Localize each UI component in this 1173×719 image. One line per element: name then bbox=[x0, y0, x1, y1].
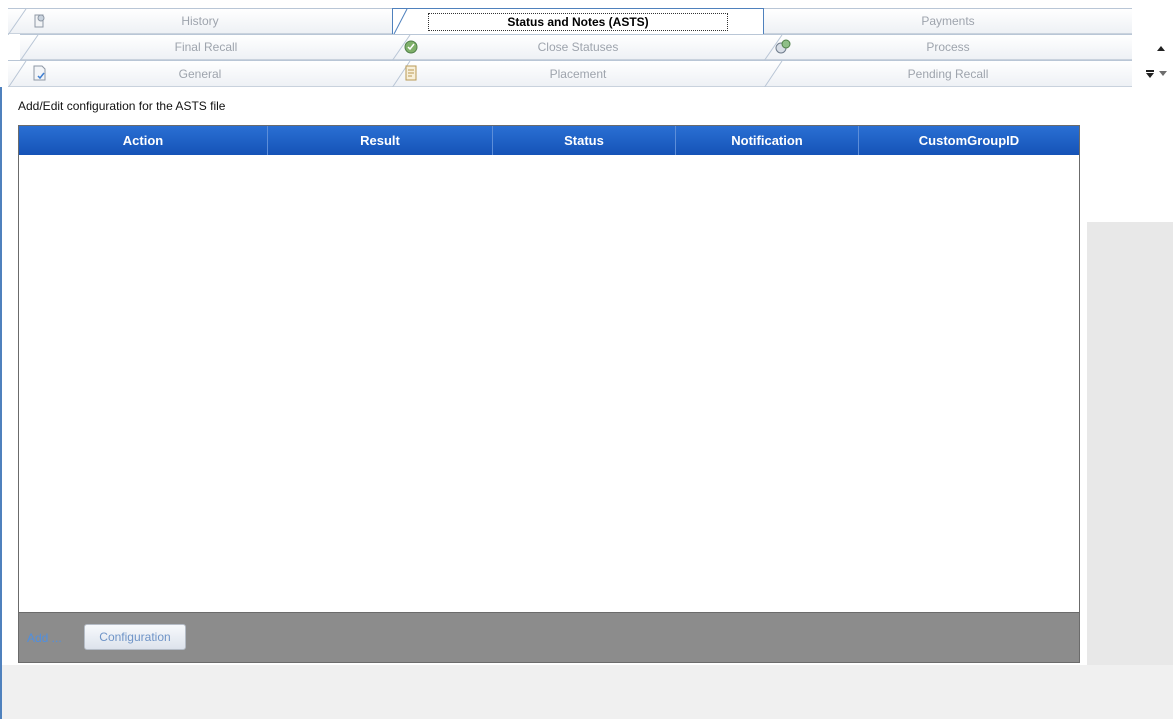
tab-edge bbox=[8, 9, 27, 35]
tab-edge bbox=[764, 61, 783, 88]
tab-status-and-notes-label: Status and Notes (ASTS) bbox=[428, 13, 728, 31]
scroll-end-bar-icon[interactable] bbox=[1146, 70, 1154, 72]
grid-body[interactable] bbox=[19, 155, 1079, 612]
tab-payments-label: Payments bbox=[921, 14, 975, 28]
add-link[interactable]: Add ... bbox=[27, 631, 62, 645]
tab-process-label: Process bbox=[926, 40, 970, 54]
tab-close-statuses-label: Close Statuses bbox=[537, 40, 619, 54]
history-icon bbox=[34, 14, 45, 28]
grid-header: Action Result Status Notification Custom… bbox=[19, 126, 1079, 155]
tab-strip: History Status and Notes (ASTS) Payments… bbox=[0, 0, 1173, 88]
scroll-down-icon[interactable] bbox=[1159, 71, 1167, 76]
tab-edge bbox=[20, 35, 39, 61]
tab-edge bbox=[8, 61, 27, 88]
column-header-result[interactable]: Result bbox=[268, 126, 493, 155]
grid-footer: Add ... Configuration bbox=[19, 612, 1079, 662]
tab-general[interactable]: General bbox=[8, 60, 392, 88]
tab-payments[interactable]: Payments bbox=[764, 8, 1132, 34]
panel-bottom-area bbox=[2, 665, 1173, 719]
tab-pending-recall[interactable]: Pending Recall bbox=[764, 60, 1132, 88]
column-header-action[interactable]: Action bbox=[19, 126, 268, 155]
tab-close-statuses[interactable]: Close Statuses bbox=[392, 34, 764, 61]
column-header-status[interactable]: Status bbox=[493, 126, 676, 155]
process-icon bbox=[775, 39, 791, 54]
tab-edge bbox=[393, 9, 408, 36]
tab-history-label: History bbox=[181, 14, 219, 28]
column-header-customgroupid[interactable]: CustomGroupID bbox=[859, 126, 1079, 155]
configuration-button[interactable]: Configuration bbox=[84, 624, 186, 650]
panel-right-area bbox=[1087, 222, 1173, 719]
tab-placement-label: Placement bbox=[549, 66, 607, 81]
tab-general-label: General bbox=[178, 66, 222, 81]
scroll-end-icon[interactable] bbox=[1146, 73, 1154, 78]
tab-history[interactable]: History bbox=[8, 8, 392, 35]
scroll-up-icon[interactable] bbox=[1157, 46, 1165, 51]
close-statuses-icon bbox=[404, 40, 418, 54]
tab-final-recall[interactable]: Final Recall bbox=[20, 34, 392, 61]
tab-status-and-notes[interactable]: Status and Notes (ASTS) bbox=[392, 8, 764, 36]
panel-caption: Add/Edit configuration for the ASTS file bbox=[18, 99, 226, 113]
column-header-notification[interactable]: Notification bbox=[676, 126, 859, 155]
tab-final-recall-label: Final Recall bbox=[174, 40, 238, 54]
content-panel: Add/Edit configuration for the ASTS file… bbox=[0, 87, 1173, 719]
tab-scroll-controls bbox=[1146, 44, 1173, 88]
tab-placement[interactable]: Placement bbox=[392, 60, 764, 88]
tab-process[interactable]: Process bbox=[764, 34, 1132, 61]
config-grid: Action Result Status Notification Custom… bbox=[18, 125, 1080, 663]
tab-pending-recall-label: Pending Recall bbox=[907, 66, 989, 81]
general-icon bbox=[33, 65, 46, 81]
placement-icon bbox=[405, 65, 417, 81]
